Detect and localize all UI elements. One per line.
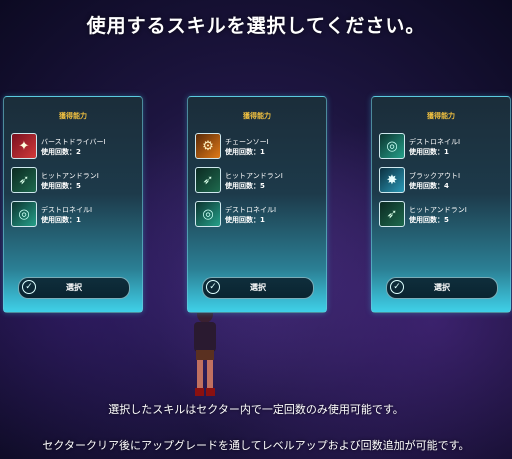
skill-row: ◎ デストロネイルI 使用回数：1 (379, 133, 504, 159)
skill-row: ◎ デストロネイルI 使用回数：1 (195, 201, 320, 227)
skill-name: デストロネイルI (225, 206, 277, 214)
skill-row: ◎ デストロネイルI 使用回数：1 (11, 201, 136, 227)
skill-count: 使用回数：2 (41, 148, 81, 156)
select-button[interactable]: ✓ 選択 (202, 277, 314, 299)
skill-count: 使用回数：1 (41, 216, 81, 224)
skill-name: デストロネイルI (41, 206, 93, 214)
skill-row: ➶ ヒットアンドランI 使用回数：5 (11, 167, 136, 193)
card-header: 獲得能力 (427, 112, 455, 120)
skill-name: ブラックアウトI (409, 172, 461, 180)
select-label: 選択 (66, 283, 82, 292)
skill-name: チェーンソーI (225, 138, 269, 146)
card-header: 獲得能力 (59, 112, 87, 120)
skill-card-3: 獲得能力 ◎ デストロネイルI 使用回数：1 ✸ ブラックアウトI 使用回数：4… (371, 96, 511, 313)
skill-row: ✸ ブラックアウトI 使用回数：4 (379, 167, 504, 193)
info-text-line-2: セクタークリア後にアップグレードを通してレベルアップおよび回数追加が可能です。 (42, 439, 470, 452)
skill-name: ヒットアンドランI (409, 206, 467, 214)
skill-name: デストロネイルI (409, 138, 461, 146)
chainsaw-icon: ⚙ (195, 133, 221, 159)
skill-name: バーストドライバーI (41, 138, 106, 146)
skill-card-2: 獲得能力 ⚙ チェーンソーI 使用回数：1 ➶ ヒットアンドランI 使用回数：5… (187, 96, 327, 313)
burst-driver-icon: ✦ (11, 133, 37, 159)
skill-count: 使用回数：5 (409, 216, 449, 224)
destro-nail-icon: ◎ (11, 201, 37, 227)
select-button[interactable]: ✓ 選択 (18, 277, 130, 299)
page-title: 使用するスキルを選択してください。 (86, 15, 426, 37)
skill-name: ヒットアンドランI (225, 172, 283, 180)
skill-count: 使用回数：4 (409, 182, 449, 190)
skill-count: 使用回数：1 (225, 216, 265, 224)
skill-row: ✦ バーストドライバーI 使用回数：2 (11, 133, 136, 159)
card-header: 獲得能力 (243, 112, 271, 120)
skill-card-1: 獲得能力 ✦ バーストドライバーI 使用回数：2 ➶ ヒットアンドランI 使用回… (3, 96, 143, 313)
select-button[interactable]: ✓ 選択 (386, 277, 498, 299)
skill-count: 使用回数：1 (409, 148, 449, 156)
hit-and-run-icon: ➶ (195, 167, 221, 193)
destro-nail-icon: ◎ (195, 201, 221, 227)
blackout-icon: ✸ (379, 167, 405, 193)
hit-and-run-icon: ➶ (379, 201, 405, 227)
skill-name: ヒットアンドランI (41, 172, 99, 180)
skill-row: ➶ ヒットアンドランI 使用回数：5 (379, 201, 504, 227)
skill-row: ➶ ヒットアンドランI 使用回数：5 (195, 167, 320, 193)
select-label: 選択 (434, 283, 450, 292)
skill-count: 使用回数：5 (225, 182, 265, 190)
destro-nail-icon: ◎ (379, 133, 405, 159)
player-character (194, 305, 216, 396)
select-label: 選択 (250, 283, 266, 292)
skill-count: 使用回数：1 (225, 148, 265, 156)
info-text-line-1: 選択したスキルはセクター内で一定回数のみ使用可能です。 (108, 403, 404, 416)
hit-and-run-icon: ➶ (11, 167, 37, 193)
skill-count: 使用回数：5 (41, 182, 81, 190)
skill-row: ⚙ チェーンソーI 使用回数：1 (195, 133, 320, 159)
